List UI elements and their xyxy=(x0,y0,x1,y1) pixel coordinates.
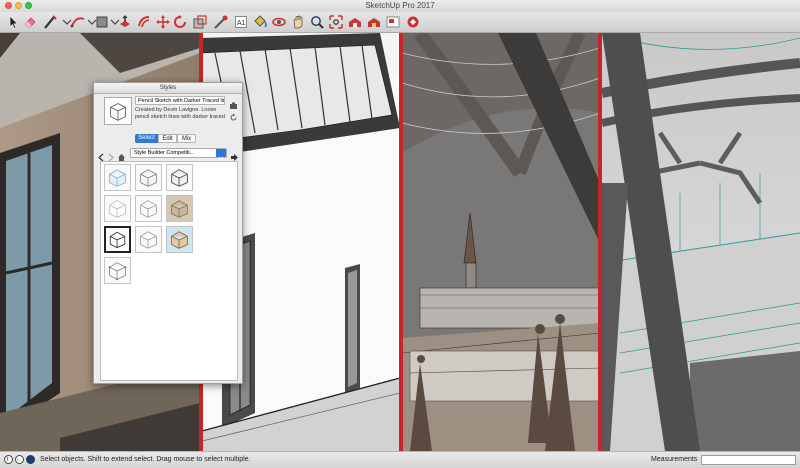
push-pull-tool-icon[interactable] xyxy=(117,14,133,30)
status-message: Select objects. Shift to extend select. … xyxy=(40,456,251,463)
window-title: SketchUp Pro 2017 xyxy=(365,1,435,10)
select-tool-icon[interactable] xyxy=(5,14,21,30)
styles-panel[interactable]: Styles Pencil Sketch with Darker Traced … xyxy=(93,82,243,384)
status-bar: c Select objects. Shift to extend select… xyxy=(0,451,800,468)
user-account-icon[interactable] xyxy=(26,455,35,464)
details-arrow-icon[interactable] xyxy=(230,149,239,161)
measurements-input[interactable] xyxy=(701,455,796,465)
measurements-label: Measurements xyxy=(651,456,698,463)
rotate-tool-icon[interactable] xyxy=(172,14,188,30)
styles-panel-header[interactable]: Styles xyxy=(94,83,242,94)
style-thumbnail[interactable] xyxy=(166,195,193,222)
text-tool-icon[interactable]: A1 xyxy=(233,14,249,30)
style-thumbnail[interactable] xyxy=(104,195,131,222)
back-icon[interactable] xyxy=(97,149,106,162)
paint-bucket-tool-icon[interactable] xyxy=(252,14,268,30)
tape-measure-tool-icon[interactable] xyxy=(213,14,229,30)
style-name-field[interactable]: Pencil Sketch with Darker Traced lines xyxy=(135,96,225,105)
style-thumbnail[interactable] xyxy=(135,195,162,222)
collection-dropdown[interactable]: Style Builder Competiti... xyxy=(130,148,227,161)
orbit-tool-icon[interactable] xyxy=(271,14,287,30)
style-thumbnail-selected[interactable] xyxy=(104,226,131,253)
style-thumbnail[interactable] xyxy=(104,257,131,284)
chevron-down-icon xyxy=(216,149,226,161)
collection-dropdown-label: Style Builder Competiti... xyxy=(134,150,195,156)
style-description: Created by Devin Lavigne. Loose pencil s… xyxy=(135,107,225,120)
style-thumbnail[interactable] xyxy=(166,164,193,191)
style-thumbnail[interactable] xyxy=(135,164,162,191)
zoom-tool-icon[interactable] xyxy=(309,14,325,30)
svg-text:c: c xyxy=(17,457,19,462)
styles-panel-title: Styles xyxy=(159,85,177,91)
pan-tool-icon[interactable] xyxy=(290,14,306,30)
scale-tool-icon[interactable] xyxy=(192,14,208,30)
style-thumbnail[interactable] xyxy=(135,226,162,253)
section-divider xyxy=(399,33,403,451)
line-tool-icon[interactable] xyxy=(42,14,58,30)
eraser-tool-icon[interactable] xyxy=(22,14,38,30)
title-bar: SketchUp Pro 2017 xyxy=(0,0,800,12)
geolocation-icon[interactable] xyxy=(4,455,13,464)
home-icon[interactable] xyxy=(117,149,126,161)
teal-outline-section xyxy=(601,33,800,451)
technical-pen-section xyxy=(401,33,601,451)
tab-edit[interactable]: Edit xyxy=(158,134,177,143)
tab-mix[interactable]: Mix xyxy=(177,134,196,143)
extension-warehouse-icon[interactable] xyxy=(366,14,382,30)
svg-text:A1: A1 xyxy=(237,20,246,27)
update-style-icon[interactable] xyxy=(229,97,238,109)
move-tool-icon[interactable] xyxy=(155,14,171,30)
zoom-extents-tool-icon[interactable] xyxy=(328,14,344,30)
style-thumbnail[interactable] xyxy=(104,164,131,191)
tab-select[interactable]: Select xyxy=(135,134,158,143)
refresh-icon[interactable] xyxy=(229,109,238,121)
styles-thumbnail-grid xyxy=(100,161,238,381)
main-toolbar: A1 xyxy=(0,12,800,33)
offset-tool-icon[interactable] xyxy=(136,14,152,30)
layout-icon[interactable] xyxy=(385,14,401,30)
forward-icon[interactable] xyxy=(106,149,115,162)
credits-icon[interactable]: c xyxy=(15,455,24,464)
warehouse-icon[interactable] xyxy=(347,14,363,30)
section-divider xyxy=(598,33,602,451)
style-preview-thumbnail xyxy=(104,97,132,125)
style-thumbnail[interactable] xyxy=(166,226,193,253)
extension-manager-icon[interactable] xyxy=(405,14,421,30)
